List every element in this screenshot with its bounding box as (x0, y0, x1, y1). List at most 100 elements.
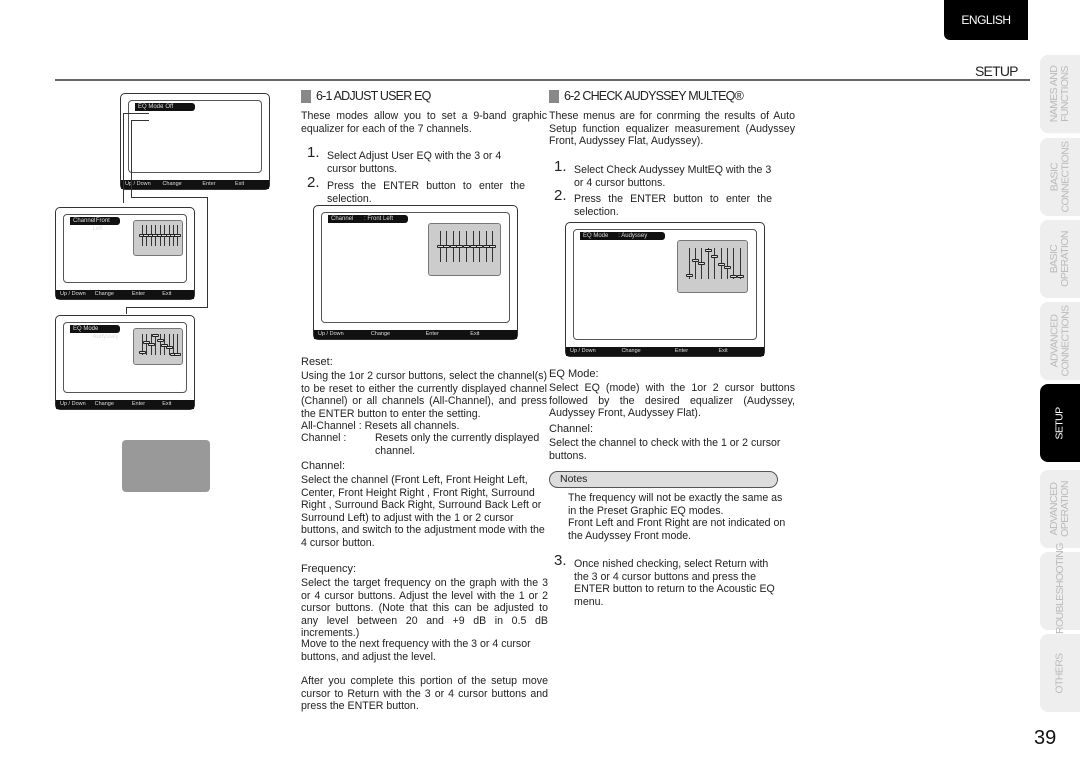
eq-band-slider (138, 351, 146, 355)
page-number: 39 (1034, 727, 1057, 749)
exit-hint: Exit (162, 291, 172, 297)
frequency-text: Select the target frequency on the graph… (301, 577, 548, 640)
step-text: Select Check Audyssey MultEQ with the 3 … (574, 164, 772, 189)
side-tab[interactable]: BASIC OPERATION (1040, 220, 1080, 298)
side-tab[interactable]: ADVANCED OPERATION (1040, 470, 1080, 548)
intro-6-1: These modes allow you to set a 9-band gr… (301, 110, 547, 135)
channel-definition: Resets only the currently displayed chan… (375, 432, 540, 457)
side-tab[interactable]: TROUBLESHOOTING (1040, 543, 1080, 639)
screen-field: Channel: Front Left (70, 217, 120, 232)
step-text: Select Adjust User EQ with the 3 or 4 cu… (327, 150, 502, 175)
reset-text: Using the 1or 2 cursor buttons, select t… (301, 370, 547, 420)
enter-hint: Enter (131, 291, 146, 297)
eq-band-slider (152, 334, 160, 338)
section-title-6-1: 6-1 ADJUST USER EQ (301, 89, 431, 103)
frequency-heading: Frequency: (301, 563, 357, 575)
step-1-6-2: 1. Select Check Audyssey MultEQ with the … (554, 159, 774, 189)
side-tab[interactable]: SETUP (1040, 384, 1080, 462)
connector (131, 120, 132, 197)
intro-6-2: These menus are for conrming the results… (549, 110, 795, 148)
note-2: Front Left and Front Right are not indic… (568, 517, 786, 542)
step-text: Press the ENTER button to enter the sele… (574, 193, 772, 218)
section-title-text: 6-1 ADJUST USER EQ (316, 89, 431, 103)
step-number: 1. (554, 158, 567, 175)
screen-field: EQ Mode: Off (135, 103, 195, 111)
channel-text-6-2: Select the channel to check with the 1 o… (549, 437, 781, 462)
step-number: 2. (307, 174, 320, 191)
step-text: Once nished checking, select Return with… (574, 558, 775, 608)
eq-band-track (707, 247, 709, 279)
eq-mode-heading: EQ Mode: (549, 368, 599, 380)
change-hint: Change (162, 181, 182, 187)
side-tab-label: BASIC CONNECTIONS (1048, 141, 1071, 213)
exit-hint: Exit (470, 331, 480, 337)
channel-text: Select the channel (Front Left, Front He… (301, 474, 545, 549)
eq-graph (133, 328, 183, 366)
change-hint: Change (370, 331, 391, 337)
connector (123, 113, 149, 114)
enter-hint: Enter (131, 401, 146, 407)
updown-hint: Up / Down (570, 348, 596, 354)
field-value: : Front Left (92, 218, 110, 232)
eq-band-slider (156, 338, 164, 342)
screen-status-bar: Up / Down Change Enter Exit (121, 180, 269, 189)
side-tab[interactable]: ADVANCED CONNECTIONS (1040, 302, 1080, 380)
step-1-6-1: 1. Select Adjust User EQ with the 3 or 4 … (307, 145, 527, 175)
channel-term: Channel : (301, 432, 347, 444)
screen-field: EQ Mode: Audyssey (70, 325, 120, 340)
section-title-6-2: 6-2 CHECK AUDYSSEY MULTEQ® (549, 89, 744, 103)
exit-hint: Exit (162, 401, 172, 407)
side-tab[interactable]: BASIC CONNECTIONS (1040, 138, 1080, 216)
eq-graph (133, 219, 183, 257)
eq-mode-text: Select EQ (mode) with the 1or 2 cursor b… (549, 382, 795, 420)
eq-band-slider (147, 342, 155, 346)
field-label: EQ Mode (138, 104, 164, 110)
side-tab-label: NAMES AND FUNCTIONS (1048, 65, 1072, 123)
channel-heading: Channel: (301, 460, 346, 472)
screen-status-bar: Up / Down Change Enter Exit (314, 330, 517, 339)
screen-channel-small: Channel: Front Left Up / Down Change Enter E… (55, 207, 195, 300)
step-number: 2. (554, 187, 567, 204)
side-tab[interactable]: OTHERS (1040, 634, 1080, 712)
updown-hint: Up / Down (60, 291, 86, 297)
eq-band-track (694, 247, 696, 279)
screen-status-bar: Up / Down Change Enter Exit (56, 400, 194, 409)
change-hint: Change (621, 348, 641, 354)
frequency-text-2: Move to the next frequency with the 3 or… (301, 638, 531, 663)
change-hint: Change (94, 291, 114, 297)
field-value: : Audyssey (92, 326, 119, 340)
field-value: : Front Left (364, 216, 394, 222)
screen-field: EQ Mode : Audyssey (580, 232, 665, 240)
eq-graph (676, 240, 749, 294)
field-label: Channel (331, 216, 354, 222)
enter-hint: Enter (425, 331, 439, 337)
section-marker-icon (549, 89, 559, 103)
screen-eq-mode-off: EQ Mode: Off Up / Down Change Enter Exit (120, 93, 270, 190)
step-2-6-2: 2. Press the ENTER button to enter the se… (554, 188, 772, 218)
field-label: EQ Mode (583, 233, 609, 239)
section-title-text: 6-2 CHECK AUDYSSEY MULTEQ® (564, 89, 744, 103)
step-number: 3. (554, 552, 567, 569)
side-tab-label: TROUBLESHOOTING (1053, 542, 1066, 640)
section-header: SETUP (975, 63, 1018, 79)
enter-hint: Enter (674, 348, 689, 354)
eq-band-track (733, 247, 735, 279)
eq-band-slider (685, 273, 693, 277)
step-number: 1. (307, 144, 320, 161)
exit-hint: Exit (718, 348, 728, 354)
eq-graph (427, 223, 501, 277)
header-divider (55, 79, 1030, 81)
connector-arrow (126, 307, 127, 314)
eq-band-track (739, 247, 741, 279)
field-value: : Audyssey (618, 233, 648, 239)
eq-band-slider (174, 234, 182, 238)
eq-band-track (727, 247, 729, 279)
eq-band-slider (462, 244, 470, 248)
eq-band-track (714, 247, 716, 279)
step-2-6-1: 2. Press the ENTER button to enter the se… (307, 175, 525, 205)
screen-field: Channel : Front Left (328, 215, 408, 223)
side-tab[interactable]: NAMES AND FUNCTIONS (1040, 55, 1080, 133)
eq-band-track (173, 333, 175, 356)
connector (126, 307, 208, 308)
note-1: The frequency will not be exactly the sa… (568, 492, 783, 517)
